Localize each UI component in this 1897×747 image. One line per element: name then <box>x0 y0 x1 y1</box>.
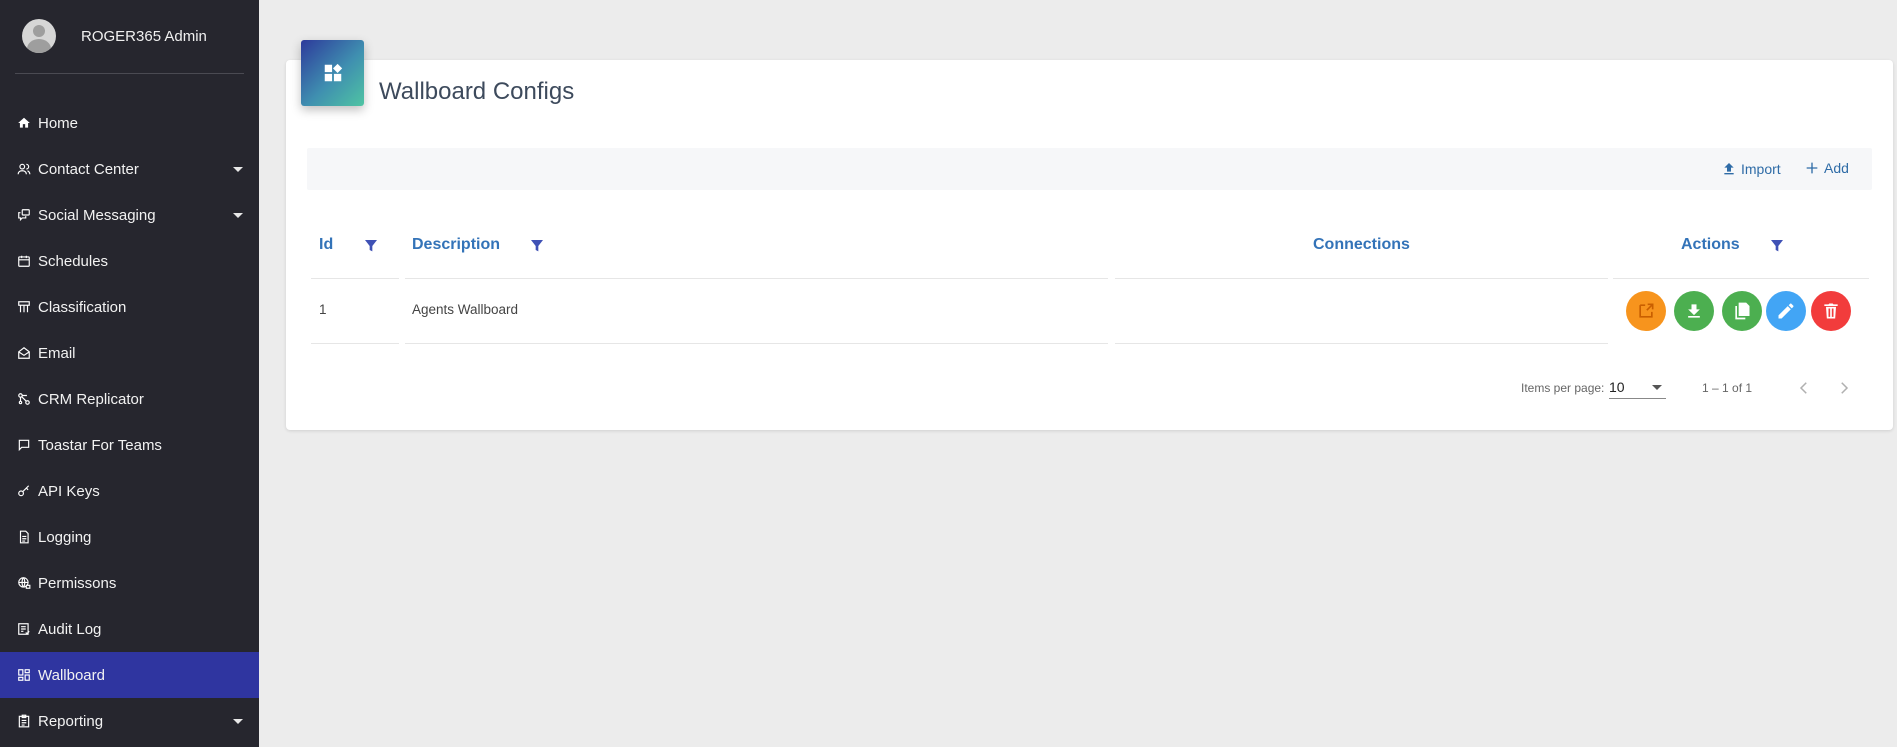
open-external-icon <box>1639 303 1654 318</box>
sidebar-item-label: Permissons <box>38 574 117 592</box>
sidebar-item-label: CRM Replicator <box>38 390 144 408</box>
previous-page-button[interactable] <box>1792 376 1816 400</box>
people-icon <box>17 162 31 176</box>
sidebar: ROGER365 Admin Home Contact Center Socia… <box>0 0 259 747</box>
page-size-select[interactable]: 10 <box>1609 377 1666 399</box>
next-page-button[interactable] <box>1832 376 1856 400</box>
sidebar-item-label: Email <box>38 344 76 362</box>
sidebar-item-email[interactable]: Email <box>0 330 259 376</box>
sidebar-item-social-messaging[interactable]: Social Messaging <box>0 192 259 238</box>
sidebar-item-toastar-for-teams[interactable]: Toastar For Teams <box>0 422 259 468</box>
chevron-down-icon <box>233 167 243 172</box>
sidebar-item-wallboard[interactable]: Wallboard <box>0 652 259 698</box>
sidebar-item-label: Social Messaging <box>38 206 156 224</box>
chevron-left-icon <box>1799 382 1807 394</box>
column-header-description[interactable]: Description <box>412 236 500 254</box>
sidebar-item-api-keys[interactable]: API Keys <box>0 468 259 514</box>
pencil-icon <box>1778 303 1794 319</box>
avatar <box>22 19 56 53</box>
sidebar-item-label: Home <box>38 114 79 132</box>
divider <box>405 343 1108 344</box>
download-button[interactable] <box>1674 291 1714 331</box>
page-range-label: 1 – 1 of 1 <box>1702 381 1753 395</box>
clipboard-icon <box>17 714 31 728</box>
sidebar-item-label: Wallboard <box>38 666 105 684</box>
sidebar-item-label: Toastar For Teams <box>38 436 162 454</box>
filter-icon[interactable] <box>363 237 379 255</box>
message-square-icon <box>17 438 31 452</box>
cell-id: 1 <box>319 302 327 317</box>
divider <box>1115 343 1608 344</box>
chevron-down-icon <box>233 213 243 218</box>
upload-icon <box>1724 163 1734 175</box>
sidebar-item-schedules[interactable]: Schedules <box>0 238 259 284</box>
filter-icon[interactable] <box>1769 237 1785 255</box>
chevron-right-icon <box>1841 382 1849 394</box>
checklist-icon <box>17 622 31 636</box>
page-size-value: 10 <box>1609 379 1625 395</box>
sidebar-item-label: Reporting <box>38 712 104 730</box>
wallboard-icon <box>301 40 364 106</box>
import-label: Import <box>1741 161 1781 177</box>
plus-icon <box>1806 162 1818 174</box>
download-icon <box>1688 304 1700 318</box>
user-profile[interactable]: ROGER365 Admin <box>0 0 259 72</box>
column-header-actions[interactable]: Actions <box>1681 236 1740 254</box>
copy-button[interactable] <box>1722 291 1762 331</box>
document-icon <box>17 530 31 544</box>
chevron-down-icon <box>1652 385 1662 390</box>
nodes-icon <box>17 392 31 406</box>
sidebar-item-label: Classification <box>38 298 127 316</box>
dashboard-icon <box>17 668 31 682</box>
sidebar-item-home[interactable]: Home <box>0 100 259 146</box>
column-header-connections[interactable]: Connections <box>1313 236 1410 254</box>
mail-icon <box>17 346 31 360</box>
chat-icon <box>17 208 31 222</box>
items-per-page-label: Items per page: <box>1521 381 1605 395</box>
divider <box>405 278 1108 279</box>
sidebar-item-label: Logging <box>38 528 92 546</box>
sidebar-item-audit-log[interactable]: Audit Log <box>0 606 259 652</box>
sidebar-nav: Home Contact Center Social Messaging Sch… <box>0 100 259 744</box>
trash-icon <box>1824 303 1838 319</box>
import-button[interactable]: Import <box>1721 160 1781 178</box>
sidebar-item-label: Schedules <box>38 252 109 270</box>
cell-description: Agents Wallboard <box>412 302 519 317</box>
divider <box>1115 278 1608 279</box>
edit-button[interactable] <box>1766 291 1806 331</box>
divider <box>311 343 399 344</box>
sidebar-item-contact-center[interactable]: Contact Center <box>0 146 259 192</box>
add-button[interactable]: Add <box>1804 160 1849 176</box>
sidebar-item-permissons[interactable]: Permissons <box>0 560 259 606</box>
open-external-button[interactable] <box>1626 291 1666 331</box>
copy-icon <box>1735 302 1750 320</box>
toolbar: Import Add <box>307 148 1872 190</box>
globe-lock-icon <box>17 576 31 590</box>
hierarchy-icon <box>17 300 31 314</box>
divider <box>15 73 244 74</box>
sidebar-item-crm-replicator[interactable]: CRM Replicator <box>0 376 259 422</box>
divider <box>1613 278 1869 279</box>
wallboard-configs-card <box>286 60 1893 430</box>
home-icon <box>17 116 31 130</box>
key-icon <box>17 484 31 498</box>
sidebar-item-logging[interactable]: Logging <box>0 514 259 560</box>
sidebar-item-reporting[interactable]: Reporting <box>0 698 259 744</box>
filter-icon[interactable] <box>529 237 545 255</box>
sidebar-item-label: Audit Log <box>38 620 102 638</box>
delete-button[interactable] <box>1811 291 1851 331</box>
divider <box>311 278 399 279</box>
sidebar-item-label: API Keys <box>38 482 100 500</box>
page-title: Wallboard Configs <box>379 78 575 105</box>
chevron-down-icon <box>233 719 243 724</box>
sidebar-item-classification[interactable]: Classification <box>0 284 259 330</box>
add-label: Add <box>1824 160 1849 176</box>
user-name: ROGER365 Admin <box>81 27 207 45</box>
calendar-icon <box>17 254 31 268</box>
column-header-id[interactable]: Id <box>319 236 333 254</box>
sidebar-item-label: Contact Center <box>38 160 139 178</box>
